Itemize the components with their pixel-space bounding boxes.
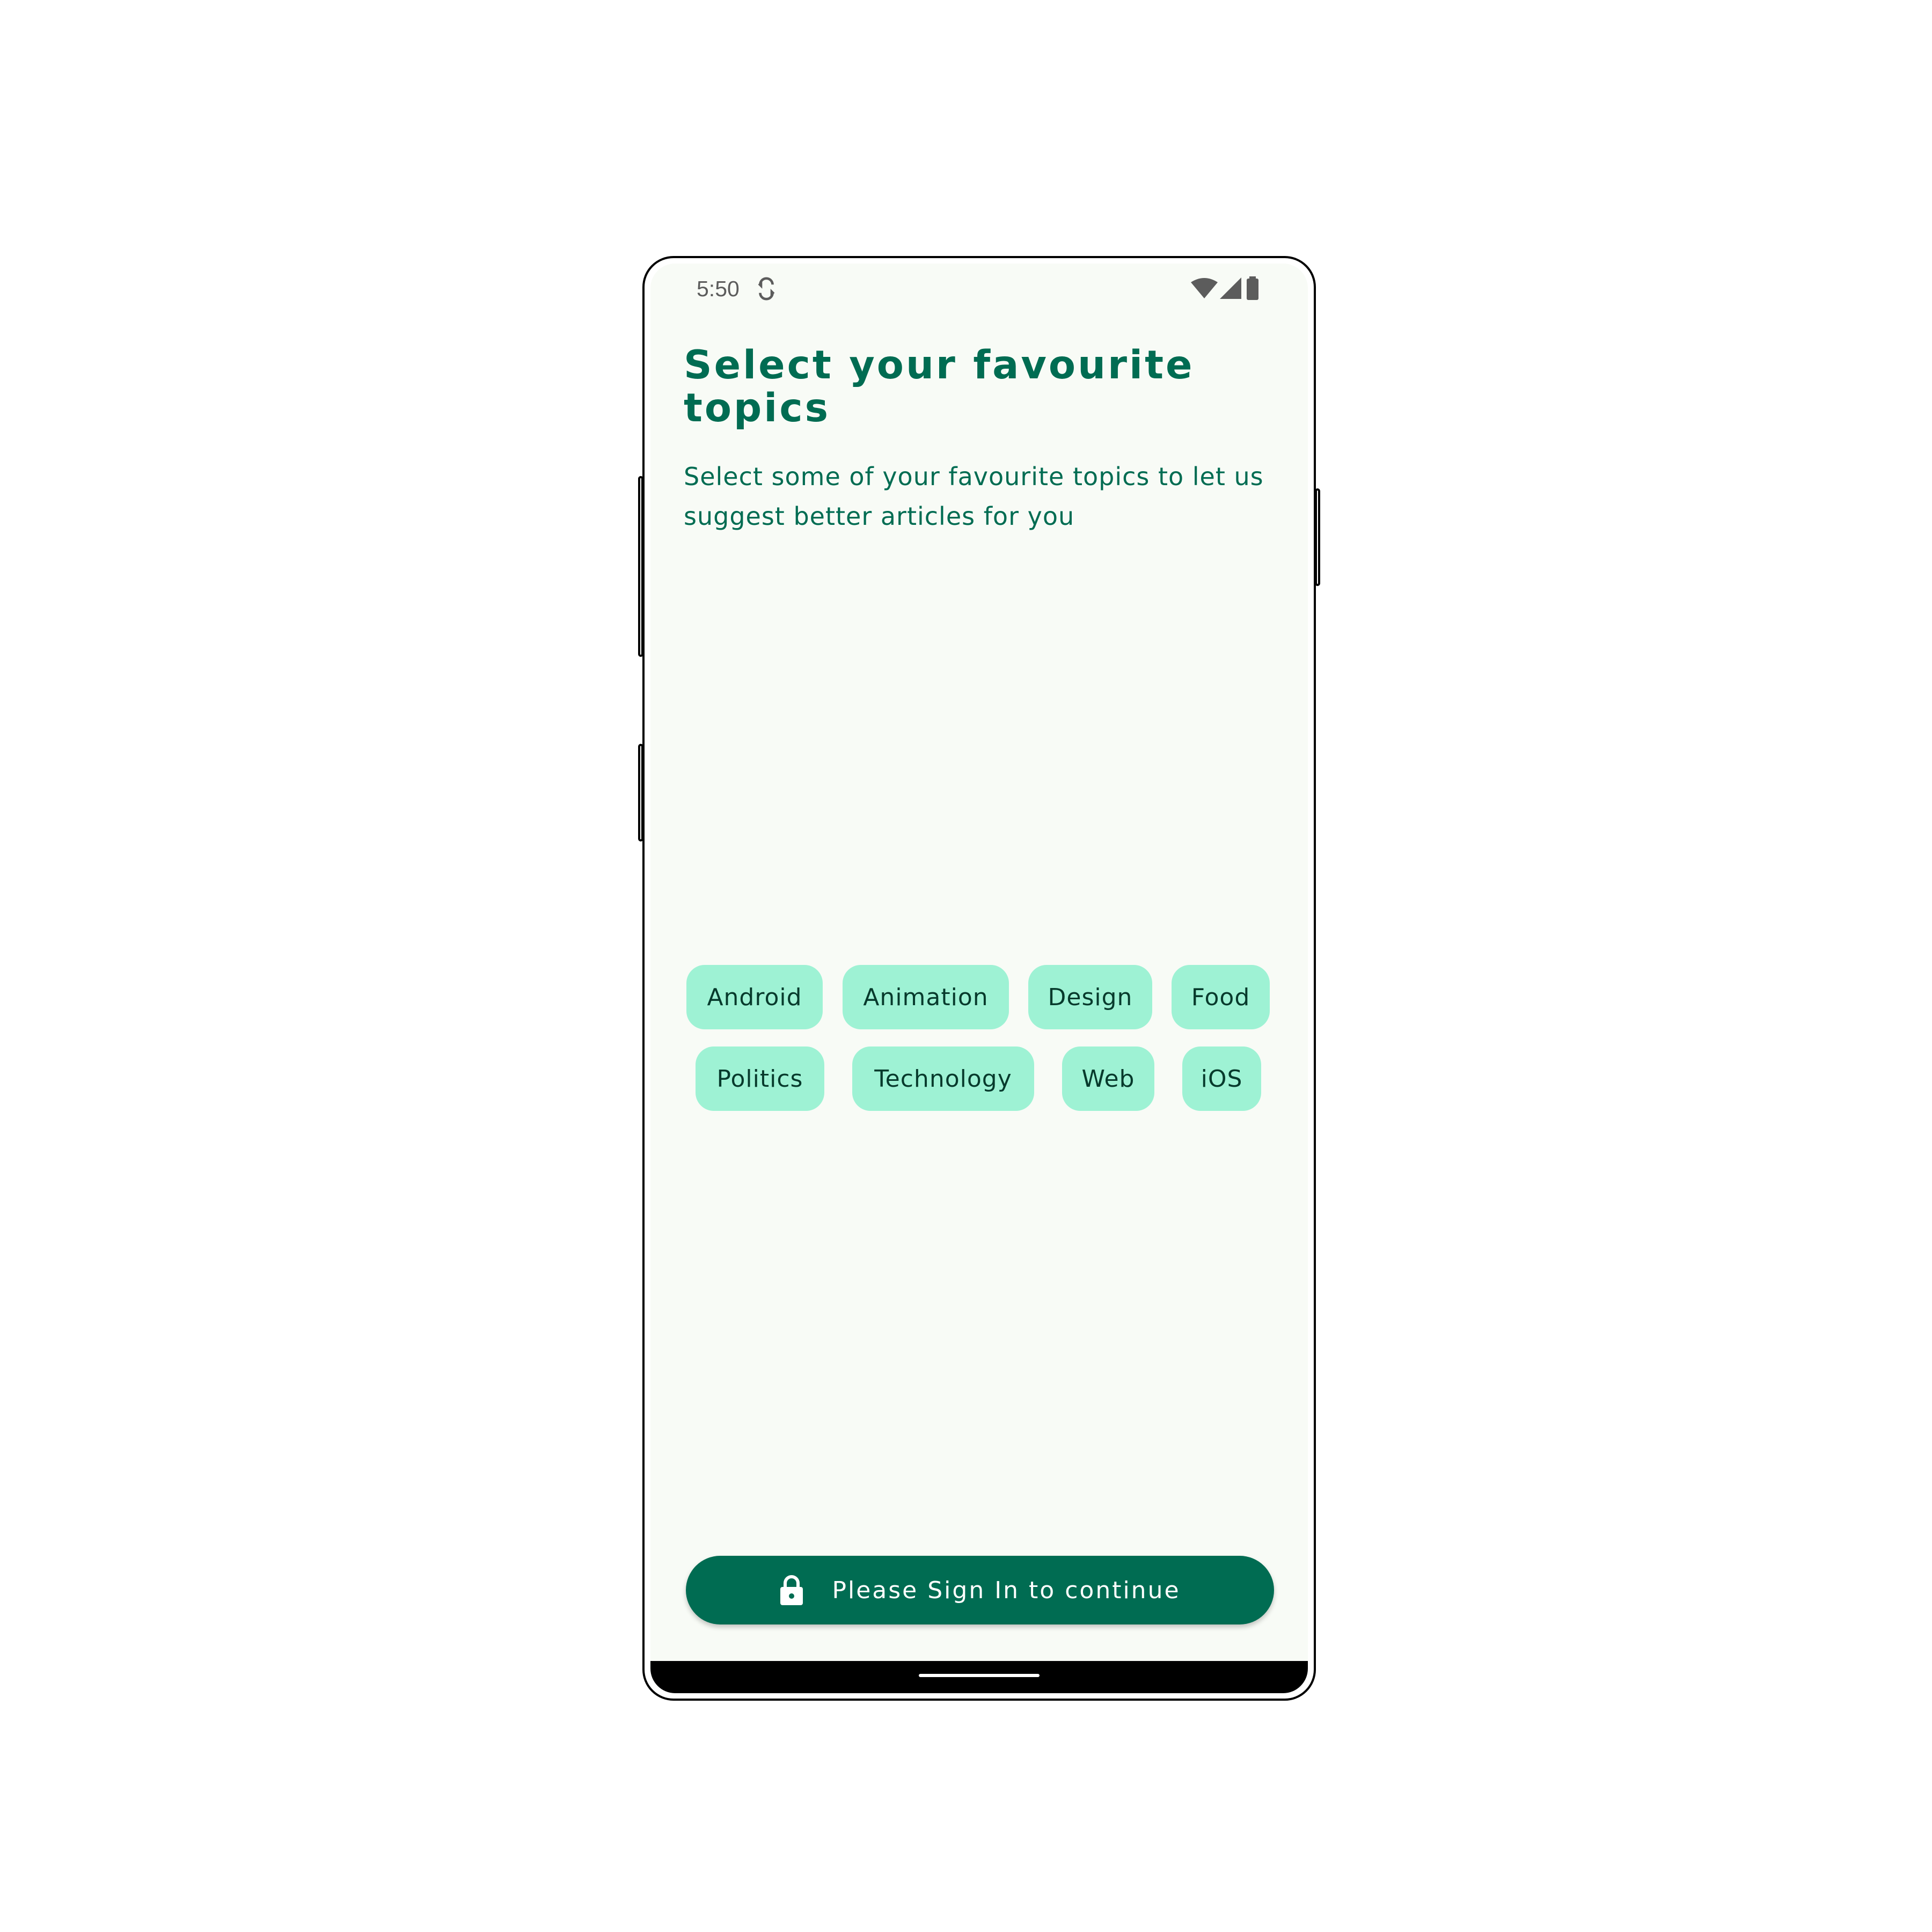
lock-icon: [780, 1575, 803, 1605]
topic-chip-web[interactable]: Web: [1062, 1046, 1154, 1111]
sign-in-button[interactable]: Please Sign In to continue: [686, 1556, 1274, 1624]
volume-button: [638, 744, 643, 841]
power-button: [638, 476, 643, 657]
topic-chip-technology[interactable]: Technology: [852, 1046, 1034, 1111]
topic-chip-group: Android Animation Design Food Politics T…: [650, 264, 1308, 1693]
sign-in-button-label: Please Sign In to continue: [832, 1576, 1181, 1604]
side-button-right: [1315, 488, 1320, 586]
topic-chip-animation[interactable]: Animation: [843, 965, 1009, 1029]
topic-chip-design[interactable]: Design: [1028, 965, 1152, 1029]
topic-chip-ios[interactable]: iOS: [1182, 1046, 1261, 1111]
app-screen: 5:50 Select your favourite topics Select…: [650, 264, 1308, 1693]
topic-chip-food[interactable]: Food: [1172, 965, 1270, 1029]
topic-chip-android[interactable]: Android: [686, 965, 823, 1029]
home-indicator[interactable]: [919, 1674, 1040, 1677]
topic-chip-politics[interactable]: Politics: [696, 1046, 824, 1111]
navigation-bar: [650, 1661, 1308, 1693]
